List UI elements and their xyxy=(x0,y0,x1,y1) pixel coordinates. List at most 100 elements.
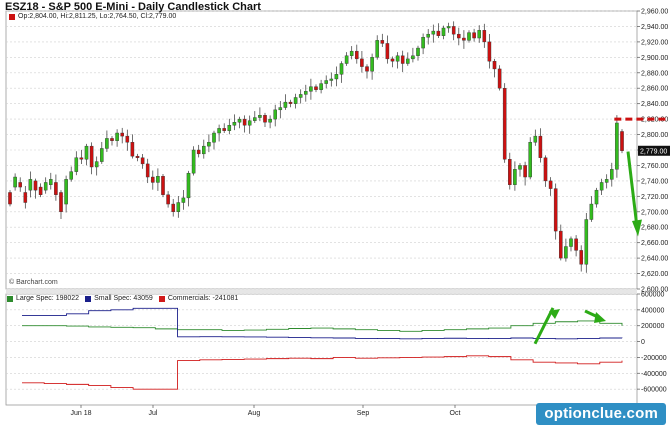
price-tick-label: 2,680.00 xyxy=(641,225,668,232)
candle-body xyxy=(222,128,226,131)
candle-body xyxy=(186,172,191,199)
candle-body xyxy=(324,80,328,84)
candle-body xyxy=(615,122,619,170)
candle-body xyxy=(161,176,165,195)
candle-body xyxy=(247,120,252,126)
cot-tick-label: 400000 xyxy=(641,307,664,314)
candle-body xyxy=(100,148,104,162)
price-tick-label: 2,880.00 xyxy=(641,70,668,77)
candle-body xyxy=(135,155,140,158)
legend-swatch-small-spec xyxy=(85,295,92,302)
candle-body xyxy=(344,55,349,64)
credit-text: © Barchart.com xyxy=(9,279,58,286)
candle-body xyxy=(38,186,43,195)
down-arrow-line xyxy=(626,151,639,228)
candle-body xyxy=(421,37,425,49)
watermark: optionclue.com xyxy=(536,403,666,425)
cot-legend: Large Spec: 198022 Small Spec: 43059 Com… xyxy=(7,295,238,302)
ohlc-swatch xyxy=(9,13,15,20)
candle-body xyxy=(28,179,33,191)
candle-body xyxy=(604,179,609,183)
candle-body xyxy=(360,58,364,67)
candle-body xyxy=(120,132,124,137)
candle-body xyxy=(355,50,359,60)
legend-label-commercials: Commercials: -241081 xyxy=(167,295,239,302)
candle-body xyxy=(487,41,492,62)
candle-body xyxy=(431,30,436,35)
candle-body xyxy=(477,30,481,39)
candle-body xyxy=(18,182,22,188)
candle-body xyxy=(191,149,196,174)
x-axis-label: Sep xyxy=(357,410,370,417)
candle-body xyxy=(385,43,390,60)
candle-body xyxy=(293,97,298,104)
price-tick-label: 2,900.00 xyxy=(641,55,668,62)
price-tick-label: 2,760.00 xyxy=(641,163,668,170)
candle-body xyxy=(436,30,441,36)
candle-body xyxy=(599,182,604,191)
candle-body xyxy=(227,125,232,131)
candle-body xyxy=(288,101,293,104)
candle-body xyxy=(579,250,583,265)
candle-body xyxy=(125,135,130,143)
panel-separator xyxy=(6,289,637,294)
chart-title: ESZ18 - S&P 500 E-Mini - Daily Candlesti… xyxy=(5,1,261,13)
candle-body xyxy=(564,246,568,259)
candle-body xyxy=(610,169,614,180)
candle-body xyxy=(273,109,277,120)
candle-body xyxy=(594,189,599,205)
candle-body xyxy=(8,192,12,205)
candle-body xyxy=(140,157,145,165)
price-tick-label: 2,840.00 xyxy=(641,101,668,108)
candle-body xyxy=(589,203,594,220)
price-tick-label: 2,740.00 xyxy=(641,178,668,185)
candle-body xyxy=(472,32,476,39)
candle-body xyxy=(283,101,288,108)
price-tick-label: 2,660.00 xyxy=(641,240,668,247)
candle-body xyxy=(94,161,99,168)
candle-body xyxy=(33,180,38,191)
candle-body xyxy=(508,159,512,185)
candle-body xyxy=(548,180,553,189)
candle-body xyxy=(309,86,313,92)
price-tick-label: 2,620.00 xyxy=(641,271,668,278)
candle-body xyxy=(74,157,79,172)
candle-body xyxy=(370,57,374,72)
candle-body xyxy=(502,88,507,160)
candle-body xyxy=(457,33,461,39)
candle-body xyxy=(513,169,517,185)
candle-body xyxy=(49,179,53,185)
candle-body xyxy=(69,171,73,180)
legend-label-large-spec: Large Spec: 198022 xyxy=(16,295,80,302)
candle-body xyxy=(217,128,221,134)
candle-body xyxy=(89,145,94,168)
candle-body xyxy=(298,94,303,98)
cot-tick-label: -600000 xyxy=(641,387,667,394)
legend-label-small-spec: Small Spec: 43059 xyxy=(94,295,153,302)
legend-commercials: Commercials: -241081 xyxy=(158,295,239,302)
candle-body xyxy=(181,197,186,203)
candle-body xyxy=(441,27,446,36)
price-tick-label: 2,700.00 xyxy=(641,209,668,216)
candle-body xyxy=(212,132,216,143)
candle-body xyxy=(54,182,58,195)
current-price-label: 2,779.00 xyxy=(640,148,667,155)
commercials-line xyxy=(22,355,623,390)
candle-body xyxy=(375,40,379,58)
candle-body xyxy=(365,66,369,72)
candle-body xyxy=(304,91,308,95)
candle-body xyxy=(156,176,160,183)
candle-body xyxy=(426,33,430,38)
x-axis-label: Jun 18 xyxy=(70,410,91,417)
candle-body xyxy=(59,192,63,212)
candle-body xyxy=(339,63,344,75)
candle-body xyxy=(253,117,257,121)
candle-body xyxy=(400,55,405,64)
large-spec-line xyxy=(22,320,623,332)
candle-body xyxy=(416,47,420,56)
candle-body xyxy=(115,132,119,141)
candle-body xyxy=(84,145,89,160)
cot-tick-label: -200000 xyxy=(641,355,667,362)
candle-body xyxy=(528,142,532,178)
candle-body xyxy=(196,149,201,155)
